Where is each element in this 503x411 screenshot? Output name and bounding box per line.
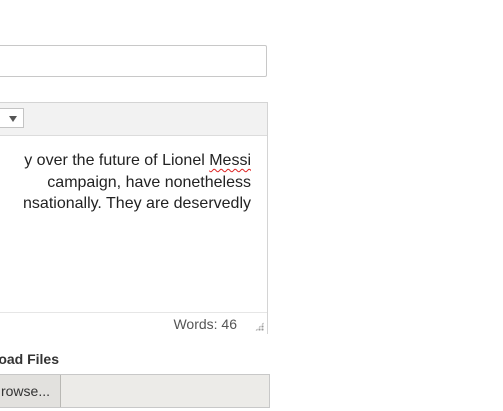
- editor-content-area[interactable]: y over the future of Lionel Messi campai…: [0, 136, 267, 312]
- rich-text-editor: y over the future of Lionel Messi campai…: [0, 102, 268, 334]
- upload-files-label: oad Files: [0, 351, 59, 367]
- editor-text-line: nsationally. They are deservedly: [23, 195, 251, 212]
- editor-text-segment: y over the future of Lionel: [24, 152, 210, 169]
- browse-button[interactable]: rowse...: [0, 375, 61, 407]
- title-input[interactable]: [0, 45, 267, 77]
- word-count: Words: 46: [173, 316, 237, 332]
- resize-handle-icon[interactable]: [255, 322, 264, 331]
- chevron-down-icon: [9, 116, 17, 122]
- format-dropdown[interactable]: [0, 108, 24, 128]
- editor-status-bar: Words: 46: [0, 312, 267, 334]
- browse-button-label: rowse...: [0, 383, 50, 399]
- editor-text-line: campaign, have nonetheless: [47, 174, 251, 191]
- editor-text-line: y over the future of Lionel Messi: [24, 151, 251, 171]
- form-fragment: y over the future of Lionel Messi campai…: [0, 0, 503, 411]
- file-upload-field[interactable]: rowse...: [0, 374, 270, 408]
- editor-toolbar: [0, 103, 267, 136]
- misspelled-word: Messi: [209, 152, 251, 169]
